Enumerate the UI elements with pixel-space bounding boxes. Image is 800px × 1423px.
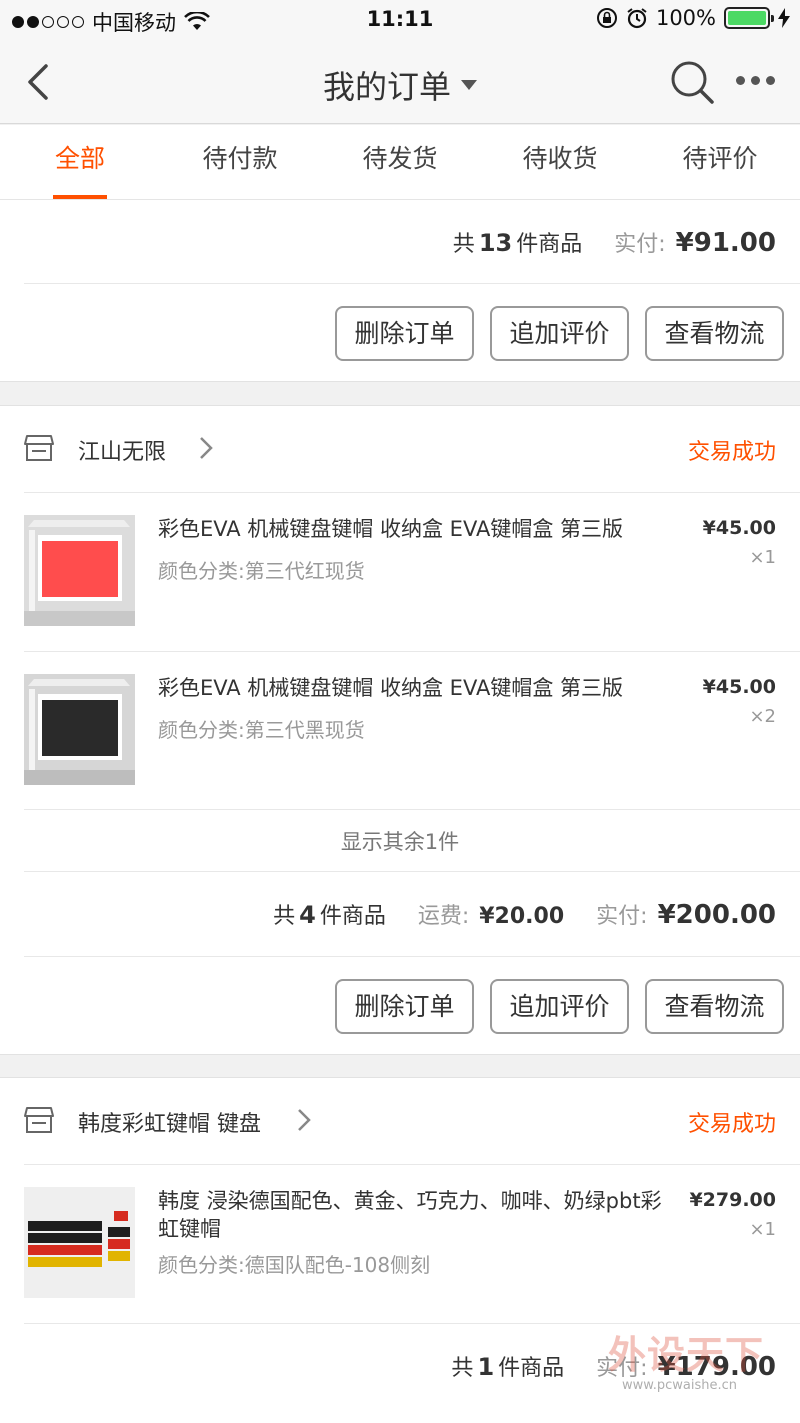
search-icon[interactable] — [668, 58, 716, 106]
item-count: 4 — [299, 901, 316, 929]
product-title: 韩度 浸染德国配色、黄金、巧克力、咖啡、奶绿pbt彩虹键帽 — [158, 1189, 662, 1241]
alarm-icon — [627, 8, 647, 29]
order-status: 交易成功 — [687, 440, 776, 465]
tab-pending-review[interactable]: 待评价 — [640, 125, 800, 199]
add-review-button[interactable]: 追加评价 — [490, 979, 629, 1034]
chevron-right-icon — [298, 1109, 311, 1131]
delete-order-button[interactable]: 删除订单 — [335, 306, 474, 361]
view-logistics-button[interactable]: 查看物流 — [645, 306, 784, 361]
order-actions: 删除订单 追加评价 查看物流 — [335, 979, 784, 1034]
product-price: ¥45.00 — [702, 517, 776, 539]
view-logistics-button[interactable]: 查看物流 — [645, 979, 784, 1034]
product-sku: 颜色分类:第三代红现货 — [158, 559, 365, 583]
store-icon — [24, 435, 54, 461]
list-item[interactable]: 彩色EVA 机械键盘键帽 收纳盒 EVA键帽盒 第三版 颜色分类:第三代红现货 … — [0, 493, 800, 651]
product-title: 彩色EVA 机械键盘键帽 收纳盒 EVA键帽盒 第三版 — [158, 517, 624, 541]
tab-pending-shipment[interactable]: 待发货 — [320, 125, 480, 199]
tab-pending-receipt[interactable]: 待收货 — [480, 125, 640, 199]
order-actions: 删除订单 追加评价 查看物流 — [335, 306, 784, 361]
more-icon[interactable] — [736, 76, 775, 85]
watermark-logo: 外设天下 www.pcwaishe.cn — [600, 1320, 790, 1405]
shop-name: 江山无限 — [78, 440, 167, 465]
shop-header[interactable]: 江山无限 交易成功 — [0, 406, 800, 492]
shipping-amount: ¥20.00 — [479, 904, 565, 929]
product-price: ¥279.00 — [689, 1189, 776, 1211]
order-card: 江山无限 交易成功 彩色EVA 机械键盘键帽 收纳盒 EVA键帽盒 第三版 颜色… — [0, 405, 800, 1055]
status-right: 100% — [596, 6, 790, 30]
product-sku: 颜色分类:第三代黑现货 — [158, 718, 365, 742]
item-count: 13 — [478, 229, 513, 257]
nav-bar: 我的订单 — [0, 40, 800, 124]
paid-label: 实付: — [614, 232, 666, 257]
order-card: 共 13 件商品 实付: ¥91.00 删除订单 追加评价 查看物流 — [0, 200, 800, 382]
delete-order-button[interactable]: 删除订单 — [335, 979, 474, 1034]
show-more-link[interactable]: 显示其余1件 — [0, 826, 800, 856]
add-review-button[interactable]: 追加评价 — [490, 306, 629, 361]
item-count: 1 — [477, 1353, 495, 1381]
rotation-lock-icon — [596, 8, 617, 28]
order-status: 交易成功 — [687, 1112, 776, 1137]
battery-percent: 100% — [655, 6, 716, 30]
order-summary: 共 4 件商品 运费: ¥20.00 实付: ¥200.00 — [273, 898, 776, 930]
count-suffix: 件商品 — [516, 232, 583, 257]
tab-all[interactable]: 全部 — [0, 125, 160, 199]
product-quantity: ×2 — [749, 706, 776, 727]
chevron-down-icon — [461, 80, 477, 90]
watermark-url: www.pcwaishe.cn — [622, 1378, 737, 1393]
chevron-right-icon — [200, 437, 213, 459]
product-price: ¥45.00 — [702, 676, 776, 698]
count-prefix: 共 — [451, 1356, 474, 1381]
order-tabs: 全部 待付款 待发货 待收货 待评价 — [0, 125, 800, 200]
charging-icon — [778, 8, 790, 28]
tab-pending-payment[interactable]: 待付款 — [160, 125, 320, 199]
shop-header[interactable]: 韩度彩虹键帽 键盘 交易成功 — [0, 1078, 800, 1164]
shop-name: 韩度彩虹键帽 键盘 — [78, 1112, 261, 1137]
product-image — [24, 674, 135, 785]
count-prefix: 共 — [273, 904, 296, 929]
order-summary: 共 13 件商品 实付: ¥91.00 — [453, 226, 776, 258]
count-prefix: 共 — [452, 232, 475, 257]
product-title: 彩色EVA 机械键盘键帽 收纳盒 EVA键帽盒 第三版 — [158, 676, 624, 700]
battery-icon — [724, 7, 774, 29]
paid-amount: ¥91.00 — [675, 228, 776, 258]
product-sku: 颜色分类:德国队配色-108侧刻 — [158, 1253, 431, 1277]
paid-amount: ¥200.00 — [657, 900, 776, 930]
status-bar: 中国移动 11:11 100% — [0, 0, 800, 40]
product-image — [24, 515, 135, 626]
list-item[interactable]: 彩色EVA 机械键盘键帽 收纳盒 EVA键帽盒 第三版 颜色分类:第三代黑现货 … — [0, 652, 800, 810]
product-quantity: ×1 — [749, 547, 776, 568]
product-quantity: ×1 — [749, 1219, 776, 1240]
product-image — [24, 1187, 135, 1298]
list-item[interactable]: 韩度 浸染德国配色、黄金、巧克力、咖啡、奶绿pbt彩虹键帽 颜色分类:德国队配色… — [0, 1165, 800, 1323]
paid-label: 实付: — [596, 904, 648, 929]
shipping-label: 运费: — [417, 904, 470, 929]
count-suffix: 件商品 — [319, 904, 386, 929]
count-suffix: 件商品 — [498, 1356, 565, 1381]
store-icon — [24, 1107, 54, 1133]
page-title-text: 我的订单 — [322, 68, 451, 106]
watermark-text: 外设天下 — [608, 1333, 765, 1377]
